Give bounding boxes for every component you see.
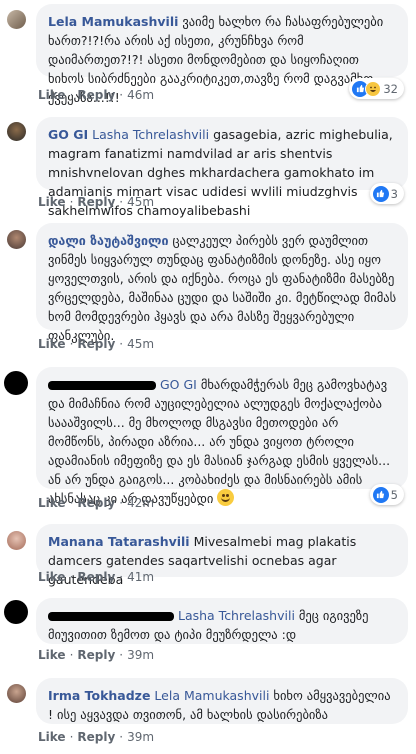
reaction-number: 5	[390, 487, 398, 502]
comment-bubble: GO GI მხარდამჭერას მეც გამოვხატავ და მიმ…	[36, 367, 408, 506]
comment-bubble: Irma Tokhadze Lela Mamukashvili ხიხო ამყ…	[36, 678, 408, 724]
like-link[interactable]: Like	[38, 88, 66, 102]
comment-bubble: დალი ზაუტაშვილი ცალკეულ პირებს ვერ დაუმლ…	[36, 223, 408, 343]
reaction-number: 32	[383, 81, 398, 96]
avatar[interactable]	[7, 531, 26, 550]
mention-tag[interactable]: Lasha Tchrelashvili	[178, 608, 295, 623]
comment-author[interactable]: Irma Tokhadze	[48, 688, 150, 703]
avatar[interactable]	[7, 230, 26, 249]
like-link[interactable]: Like	[38, 648, 66, 662]
comment-actions: Like · Reply · 41m	[38, 570, 155, 584]
smile-emoji-icon	[217, 489, 235, 506]
like-link[interactable]: Like	[38, 570, 66, 584]
comment-actions: Like · Reply · 39m	[38, 730, 155, 744]
like-reaction-icon	[372, 185, 389, 202]
reply-link[interactable]: Reply	[77, 337, 115, 351]
reply-link[interactable]: Reply	[77, 648, 115, 662]
avatar[interactable]	[7, 684, 26, 703]
comment-actions: Like · Reply · 45m	[38, 195, 155, 209]
comment-text: მხარდამჭერას მეც გამოვხატავ და მიმაჩნია …	[48, 377, 391, 506]
comment-text: ცალკეულ პირებს ვერ დაუმლით ვინმეს სიყვარ…	[48, 233, 397, 343]
comment-bubble: GO GI Lasha Tchrelashvili gasagebia, azr…	[36, 117, 408, 218]
comment-author[interactable]: დალი ზაუტაშვილი	[48, 233, 169, 248]
avatar[interactable]	[7, 10, 26, 29]
reply-link[interactable]: Reply	[77, 730, 115, 744]
mention-tag[interactable]: Lasha Tchrelashvili	[92, 127, 209, 142]
reaction-count[interactable]: 5	[369, 484, 404, 505]
like-link[interactable]: Like	[38, 337, 66, 351]
timestamp[interactable]: 42m	[127, 496, 154, 510]
reply-link[interactable]: Reply	[77, 570, 115, 584]
timestamp[interactable]: 45m	[127, 337, 154, 351]
avatar[interactable]	[4, 371, 28, 395]
comment-actions: Like · Reply · 42m	[38, 496, 155, 510]
reply-link[interactable]: Reply	[77, 88, 115, 102]
reaction-number: 3	[390, 186, 398, 201]
avatar[interactable]	[4, 600, 28, 624]
comment-bubble: Lasha Tchrelashvili მეც იგივეზე მიუვითით…	[36, 598, 408, 644]
comment-author[interactable]: GO GI	[48, 127, 88, 142]
avatar[interactable]	[7, 122, 26, 141]
timestamp[interactable]: 46m	[127, 88, 154, 102]
reaction-count[interactable]: 3	[369, 183, 404, 204]
comment-actions: Like · Reply · 45m	[38, 337, 155, 351]
reply-link[interactable]: Reply	[77, 496, 115, 510]
haha-reaction-icon	[365, 80, 382, 97]
mention-tag[interactable]: Lela Mamukashvili	[154, 688, 269, 703]
reply-link[interactable]: Reply	[77, 195, 115, 209]
comment-actions: Like · Reply · 39m	[38, 648, 155, 662]
timestamp[interactable]: 45m	[127, 195, 154, 209]
like-link[interactable]: Like	[38, 195, 66, 209]
timestamp[interactable]: 39m	[127, 648, 154, 662]
comment-actions: Like · Reply · 46m	[38, 88, 155, 102]
mention-tag[interactable]: GO GI	[160, 377, 197, 392]
redacted-name	[48, 612, 174, 621]
comment-author[interactable]: Lela Mamukashvili	[48, 14, 178, 29]
timestamp[interactable]: 41m	[127, 570, 154, 584]
like-link[interactable]: Like	[38, 730, 66, 744]
comment-bubble: Lela Mamukashvili ვაიმე ხალხო რა ჩასაფრე…	[36, 4, 408, 105]
like-reaction-icon	[372, 486, 389, 503]
reaction-count[interactable]: 32	[349, 78, 404, 99]
like-link[interactable]: Like	[38, 496, 66, 510]
comment-author[interactable]: Manana Tatarashvili	[48, 534, 190, 549]
timestamp[interactable]: 39m	[127, 730, 154, 744]
redacted-name	[48, 381, 156, 390]
